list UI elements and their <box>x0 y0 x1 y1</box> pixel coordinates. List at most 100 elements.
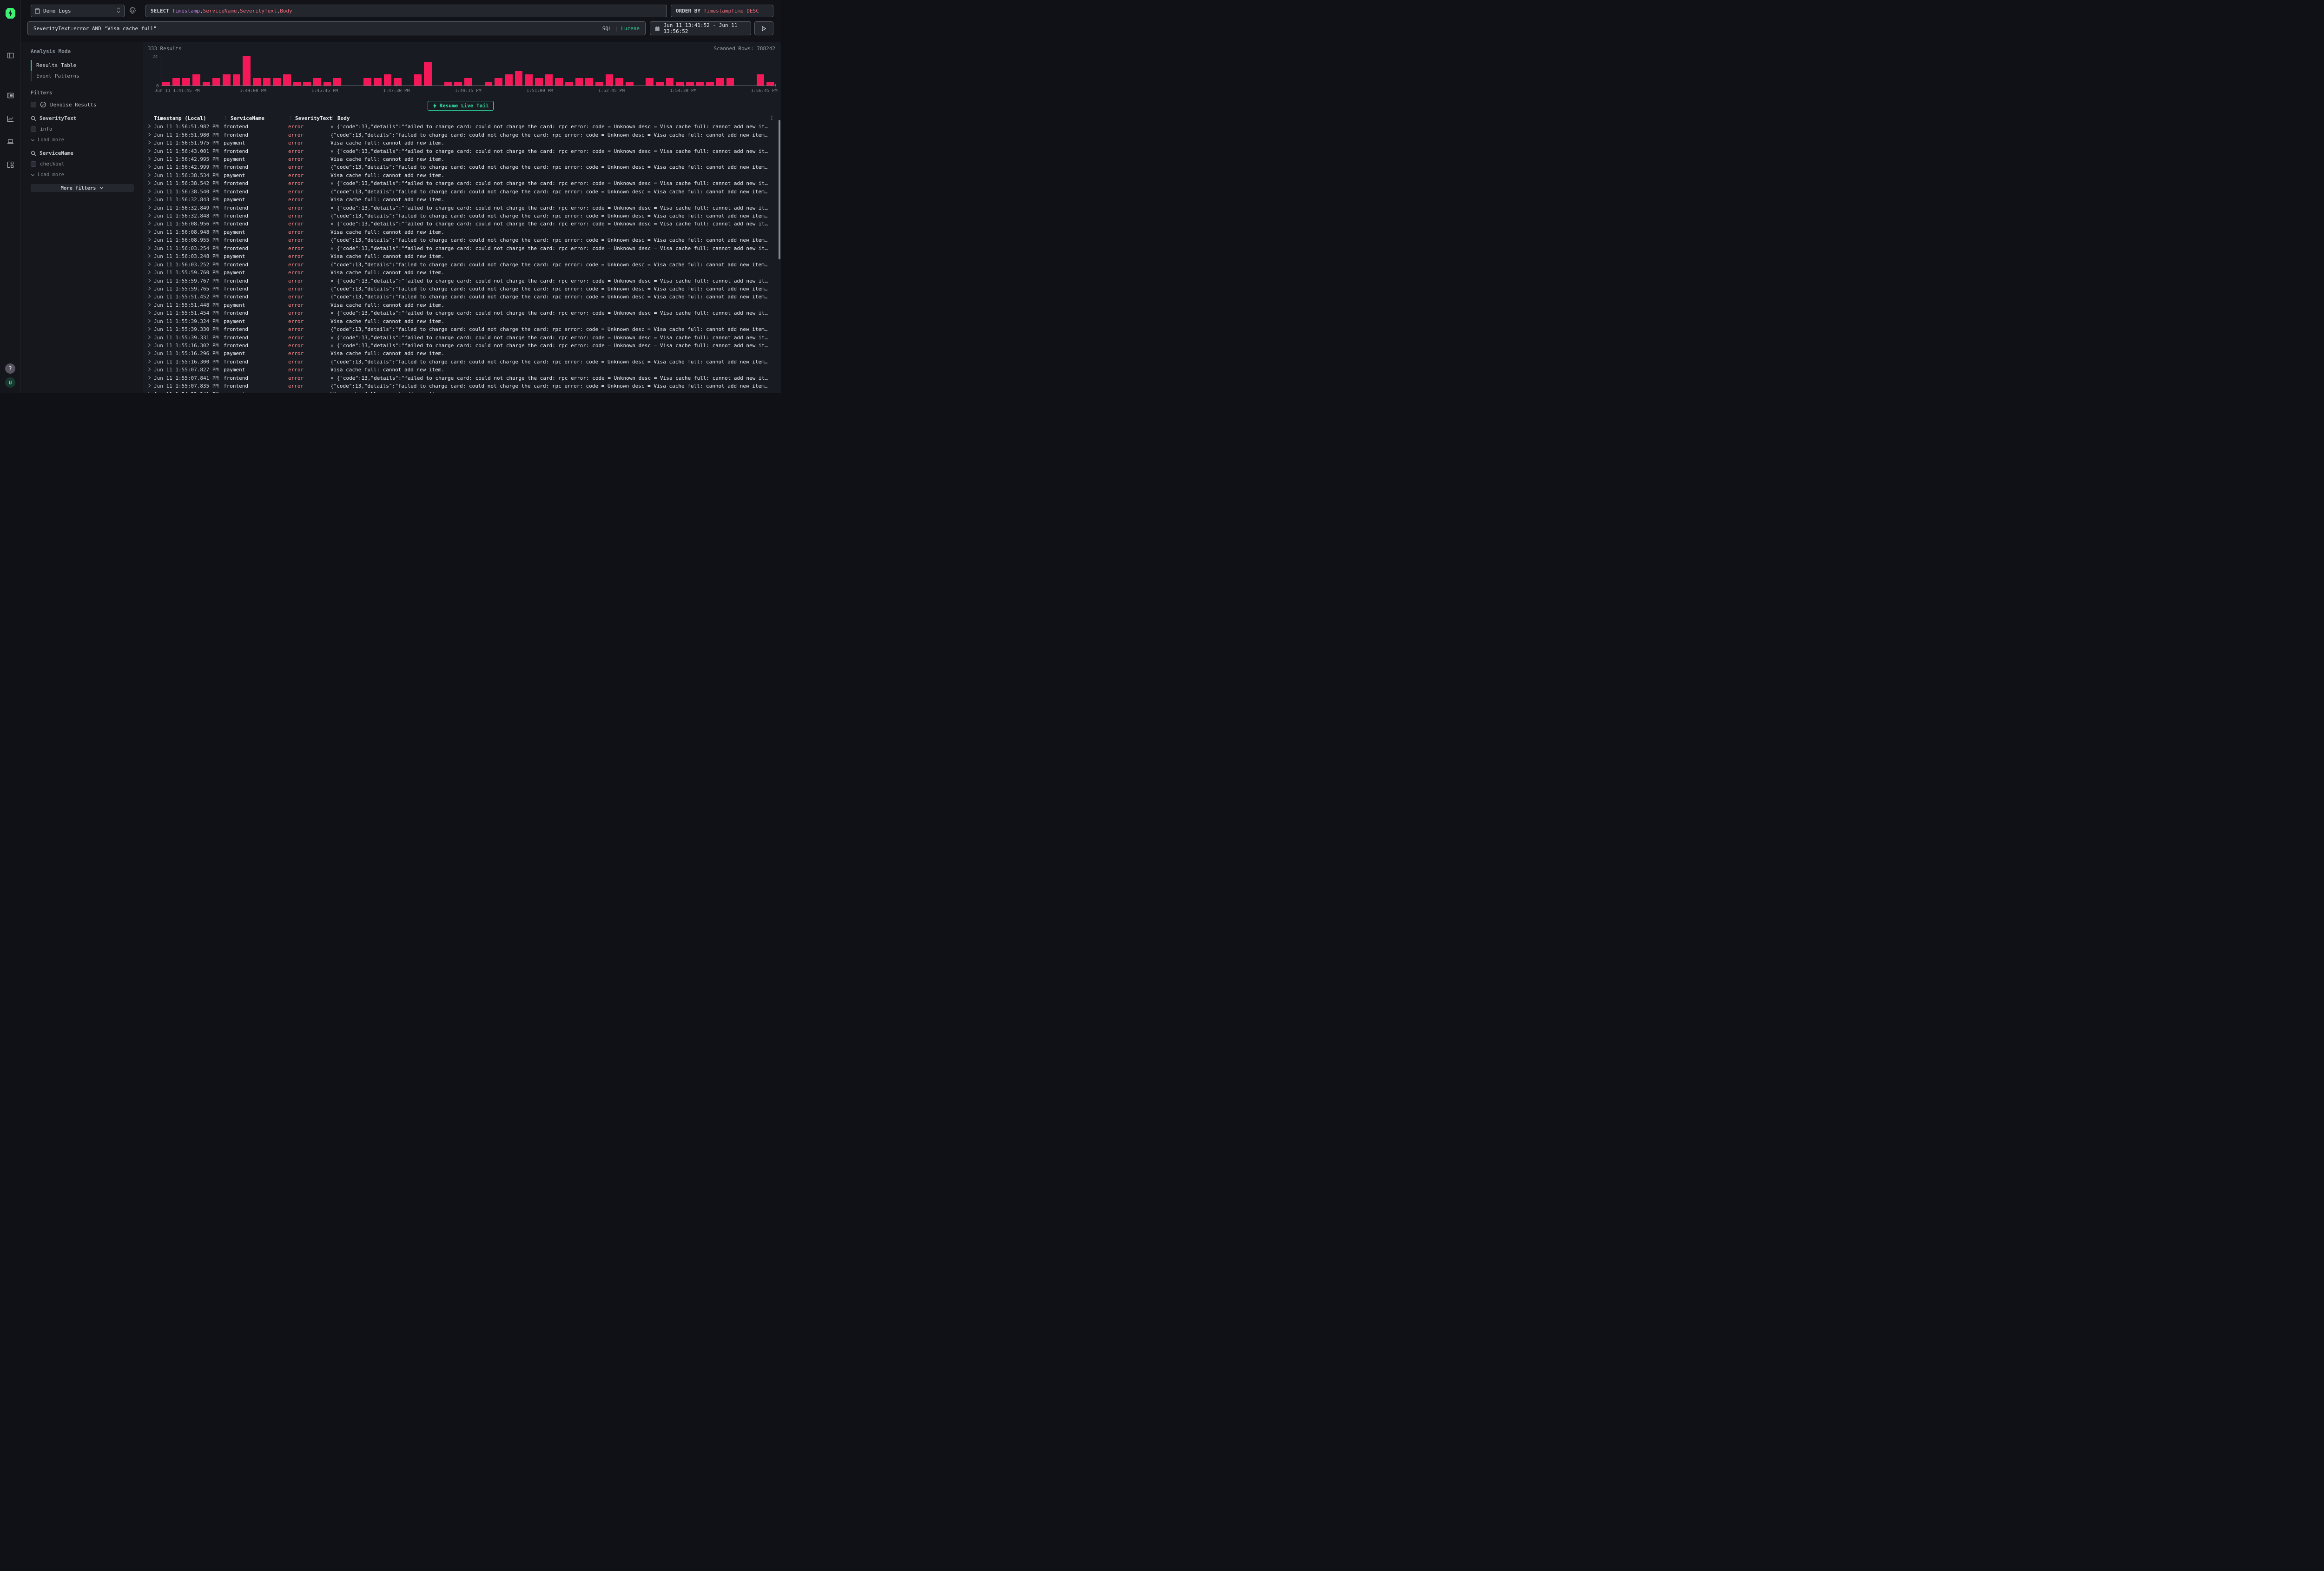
chart-bar[interactable] <box>766 82 774 86</box>
chart-bar[interactable] <box>595 82 603 86</box>
chart-bar[interactable] <box>525 74 533 86</box>
row-expand-chevron-icon[interactable] <box>146 343 154 349</box>
chart-bar[interactable] <box>515 71 523 86</box>
chart-bar[interactable] <box>253 78 261 86</box>
chart-bar[interactable] <box>716 78 724 86</box>
table-row[interactable]: Jun 11 1:56:32.849 PMfrontenderror×{"cod… <box>146 204 775 211</box>
column-resize-handle[interactable]: ⋮ <box>288 116 292 120</box>
table-row[interactable]: Jun 11 1:56:08.955 PMfrontenderror{"code… <box>146 236 775 244</box>
row-expand-chevron-icon[interactable] <box>146 278 154 284</box>
chart-bar[interactable] <box>696 82 704 86</box>
chart-bar[interactable] <box>243 56 251 86</box>
chart-bar[interactable] <box>646 78 654 86</box>
chart-bar[interactable] <box>706 82 714 86</box>
table-row[interactable]: Jun 11 1:56:32.848 PMfrontenderror{"code… <box>146 212 775 220</box>
chart-bar[interactable] <box>414 74 422 86</box>
table-row[interactable]: Jun 11 1:55:07.841 PMfrontenderror×{"cod… <box>146 374 775 382</box>
chart-bar[interactable] <box>172 78 180 86</box>
search-logs-icon[interactable] <box>7 92 14 99</box>
chart-bar[interactable] <box>454 82 462 86</box>
row-expand-chevron-icon[interactable] <box>146 270 154 276</box>
chart-bar[interactable] <box>495 78 502 86</box>
table-row[interactable]: Jun 11 1:56:43.001 PMfrontenderror×{"cod… <box>146 147 775 155</box>
chart-bar[interactable] <box>575 78 583 86</box>
mode-event-patterns[interactable]: Event Patterns <box>31 71 143 81</box>
chart-bar[interactable] <box>162 82 170 86</box>
row-expand-chevron-icon[interactable] <box>146 164 154 170</box>
table-row[interactable]: Jun 11 1:55:07.827 PMpaymenterrorVisa ca… <box>146 366 775 374</box>
denoise-checkbox[interactable] <box>31 102 36 107</box>
chart-bar[interactable] <box>686 82 694 86</box>
table-row[interactable]: Jun 11 1:56:38.540 PMfrontenderror{"code… <box>146 188 775 196</box>
col-severitytext[interactable]: ⋮SeverityText <box>288 115 330 121</box>
row-expand-chevron-icon[interactable] <box>146 180 154 186</box>
orderby-clause-input[interactable]: ORDER BY TimestampTime DESC <box>671 5 773 17</box>
help-button[interactable]: ? <box>5 363 15 374</box>
row-expand-chevron-icon[interactable] <box>146 253 154 259</box>
col-servicename[interactable]: ⋮ServiceName <box>224 115 288 121</box>
chart-bar[interactable] <box>233 74 241 86</box>
sidebar-panel-icon[interactable] <box>7 52 14 59</box>
row-expand-chevron-icon[interactable] <box>146 148 154 154</box>
time-range-picker[interactable]: Jun 11 13:41:52 - Jun 11 13:56:52 <box>650 21 751 35</box>
col-timestamp[interactable]: Timestamp (Local) <box>154 115 224 121</box>
table-row[interactable]: Jun 11 1:56:38.534 PMpaymenterrorVisa ca… <box>146 172 775 179</box>
row-expand-chevron-icon[interactable] <box>146 383 154 389</box>
chart-bar[interactable] <box>626 82 634 86</box>
table-row[interactable]: Jun 11 1:56:03.248 PMpaymenterrorVisa ca… <box>146 252 775 260</box>
servicename-group-title[interactable]: ServiceName <box>31 150 143 156</box>
user-avatar[interactable]: U <box>5 377 15 388</box>
source-settings-gear-icon[interactable] <box>129 7 137 15</box>
row-expand-chevron-icon[interactable] <box>146 229 154 235</box>
row-expand-chevron-icon[interactable] <box>146 172 154 178</box>
more-filters-button[interactable]: More filters <box>31 184 134 192</box>
chart-bar[interactable] <box>192 74 200 86</box>
table-row[interactable]: Jun 11 1:56:42.995 PMpaymenterrorVisa ca… <box>146 155 775 163</box>
chart-bar[interactable] <box>535 78 543 86</box>
row-expand-chevron-icon[interactable] <box>146 367 154 373</box>
chart-bar[interactable] <box>424 62 432 86</box>
table-row[interactable]: Jun 11 1:56:51.982 PMfrontenderror×{"cod… <box>146 123 775 131</box>
row-expand-chevron-icon[interactable] <box>146 221 154 227</box>
search-input[interactable] <box>33 26 598 32</box>
row-expand-chevron-icon[interactable] <box>146 294 154 300</box>
denoise-results-toggle[interactable]: Denoise Results <box>31 101 143 108</box>
chart-bar[interactable] <box>565 82 573 86</box>
run-query-button[interactable] <box>754 21 773 35</box>
chart-bar[interactable] <box>676 82 684 86</box>
row-expand-chevron-icon[interactable] <box>146 140 154 146</box>
chart-bar[interactable] <box>394 78 402 86</box>
chart-bar[interactable] <box>384 74 392 86</box>
table-row[interactable]: Jun 11 1:55:51.454 PMfrontenderror×{"cod… <box>146 309 775 317</box>
chart-bar[interactable] <box>606 74 614 86</box>
severitytext-load-more[interactable]: Load more <box>31 137 143 143</box>
table-row[interactable]: Jun 11 1:56:08.956 PMfrontenderror×{"cod… <box>146 220 775 228</box>
chart-bar[interactable] <box>545 74 553 86</box>
row-expand-chevron-icon[interactable] <box>146 302 154 308</box>
scrollbar-thumb[interactable] <box>779 120 780 259</box>
chart-bar[interactable] <box>203 82 211 86</box>
chart-bar[interactable] <box>273 78 281 86</box>
severitytext-group-title[interactable]: SeverityText <box>31 115 143 121</box>
table-row[interactable]: Jun 11 1:55:39.331 PMfrontenderror×{"cod… <box>146 333 775 341</box>
info-checkbox[interactable] <box>31 126 36 132</box>
table-row[interactable]: Jun 11 1:56:51.980 PMfrontenderror{"code… <box>146 131 775 139</box>
data-source-selector[interactable]: Demo Logs <box>31 5 125 17</box>
lang-lucene-option[interactable]: Lucene <box>621 26 640 32</box>
mode-results-table[interactable]: Results Table <box>31 60 143 71</box>
servicename-load-more[interactable]: Load more <box>31 172 143 178</box>
row-expand-chevron-icon[interactable] <box>146 318 154 324</box>
chart-bar[interactable] <box>666 78 674 86</box>
chart-bar[interactable] <box>363 78 371 86</box>
table-row[interactable]: Jun 11 1:55:39.324 PMpaymenterrorVisa ca… <box>146 317 775 325</box>
row-expand-chevron-icon[interactable] <box>146 237 154 243</box>
table-row[interactable]: Jun 11 1:55:59.767 PMfrontenderror×{"cod… <box>146 277 775 284</box>
resume-live-tail-button[interactable]: Resume Live Tail <box>428 101 494 111</box>
row-expand-chevron-icon[interactable] <box>146 391 154 393</box>
row-expand-chevron-icon[interactable] <box>146 286 154 292</box>
row-expand-chevron-icon[interactable] <box>146 205 154 211</box>
filter-option-checkout[interactable]: checkout <box>31 161 143 167</box>
table-options-icon[interactable]: ⋮ <box>769 115 774 121</box>
table-row[interactable]: Jun 11 1:56:03.254 PMfrontenderror×{"cod… <box>146 244 775 252</box>
row-expand-chevron-icon[interactable] <box>146 310 154 316</box>
